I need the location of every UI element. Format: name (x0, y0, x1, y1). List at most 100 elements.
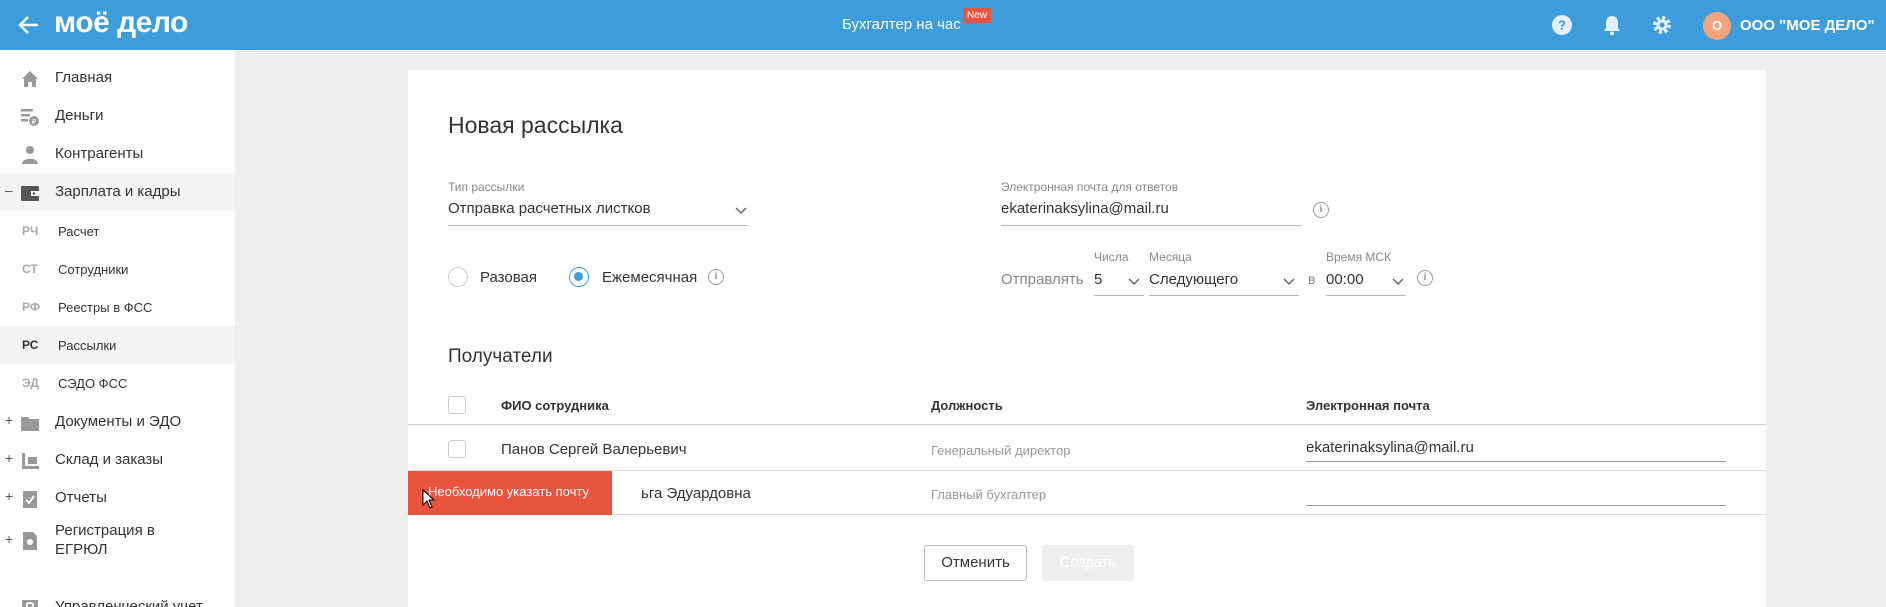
subitem-abbr: СТ (22, 262, 38, 276)
sidebar-item-money[interactable]: ₽ Деньги (0, 97, 235, 135)
sidebar-subitem-calculation[interactable]: РЧ Расчет (0, 212, 235, 250)
table-header-divider (408, 424, 1766, 425)
company-name[interactable]: ООО "МОЕ ДЕЛО" (1740, 17, 1875, 34)
logo[interactable]: моё дело (54, 6, 188, 40)
sidebar-item-registration[interactable]: + Регистрация в ЕГРЮЛ (0, 517, 235, 565)
help-icon[interactable]: ? (1551, 14, 1573, 36)
sidebar-item-reports[interactable]: + Отчеты (0, 479, 235, 517)
subitem-abbr: РЧ (22, 224, 39, 238)
employee-position: Генеральный директор (931, 443, 1071, 458)
employee-email-field[interactable] (1306, 476, 1726, 506)
month-label: Месяца (1149, 250, 1192, 264)
expand-toggle[interactable]: + (5, 450, 13, 466)
reply-email-field[interactable]: ekaterinaksylina@mail.ru (1001, 196, 1301, 226)
radio-once-label[interactable]: Разовая (480, 269, 537, 286)
employee-email-field[interactable]: ekaterinaksylina@mail.ru (1306, 432, 1726, 462)
subitem-abbr: ЭД (22, 376, 39, 390)
select-all-checkbox[interactable] (448, 396, 466, 414)
hourly-accountant-link[interactable]: Бухгалтер на час (842, 16, 961, 33)
subitem-abbr: РС (22, 338, 39, 352)
sidebar-item-label: Регистрация в (55, 522, 155, 539)
sidebar: Главная ₽ Деньги Контрагенты – Зарплата … (0, 50, 235, 607)
time-select[interactable]: 00:00 (1326, 266, 1406, 296)
sidebar-item-label: Деньги (55, 107, 104, 124)
sidebar-item-label: Отчеты (55, 489, 107, 506)
month-value: Следующего (1149, 271, 1239, 288)
underline (1149, 295, 1299, 296)
recipients-title: Получатели (448, 346, 553, 367)
sidebar-item-label: Документы и ЭДО (55, 413, 182, 430)
sidebar-subitem-employees[interactable]: СТ Сотрудники (0, 250, 235, 288)
day-select[interactable]: 5 (1094, 266, 1144, 296)
employee-email-value: ekaterinaksylina@mail.ru (1306, 439, 1474, 456)
svg-text:?: ? (1558, 18, 1566, 33)
subitem-label: Рассылки (58, 338, 117, 353)
employee-position: Главный бухгалтер (931, 487, 1047, 502)
sidebar-subitem-fss-registers[interactable]: РФ Реестры в ФСС (0, 288, 235, 326)
sidebar-item-label-line2: ЕГРЮЛ (55, 541, 108, 558)
home-icon (22, 71, 38, 87)
mailing-type-select[interactable]: Отправка расчетных листков (448, 196, 748, 226)
cancel-button[interactable]: Отменить (924, 545, 1027, 581)
sidebar-subitem-mailings[interactable]: РС Рассылки (0, 326, 235, 364)
chevron-down-icon (1392, 278, 1404, 286)
radio-monthly-label[interactable]: Ежемесячная (602, 269, 697, 286)
reply-email-label: Электронная почта для ответов (1001, 180, 1179, 194)
sidebar-item-home[interactable]: Главная (0, 59, 235, 97)
row-checkbox[interactable] (448, 440, 466, 458)
contractors-icon (22, 146, 38, 164)
reports-icon (23, 491, 37, 508)
time-label: Время МСК (1326, 250, 1392, 264)
column-header-email[interactable]: Электронная почта (1306, 398, 1430, 413)
wallet-icon (21, 186, 39, 201)
info-icon[interactable]: i (1313, 202, 1329, 218)
month-select[interactable]: Следующего (1149, 266, 1299, 296)
sidebar-item-documents[interactable]: + Документы и ЭДО (0, 403, 235, 441)
underline (1306, 461, 1726, 462)
mailing-form-card: Новая рассылка Тип рассылки Отправка рас… (408, 70, 1766, 607)
chevron-down-icon (735, 207, 747, 215)
avatar[interactable]: О (1703, 12, 1731, 40)
sidebar-item-salary[interactable]: – Зарплата и кадры (0, 173, 235, 211)
new-badge: New (963, 8, 992, 23)
gear-icon[interactable] (1651, 14, 1673, 36)
time-value: 00:00 (1326, 271, 1364, 288)
column-header-name[interactable]: ФИО сотрудника (501, 398, 609, 413)
underline (1306, 505, 1726, 506)
subitem-label: Расчет (58, 224, 100, 239)
collapse-toggle[interactable]: – (5, 182, 13, 198)
sidebar-item-label: Склад и заказы (55, 451, 164, 468)
sidebar-item-management[interactable]: Управленческий учет (0, 588, 235, 607)
day-label: Числа (1094, 250, 1129, 264)
back-arrow-icon[interactable] (16, 12, 42, 38)
expand-toggle[interactable]: + (5, 412, 13, 428)
mouse-cursor-icon (422, 489, 436, 509)
warehouse-icon (22, 453, 39, 469)
column-header-position[interactable]: Должность (931, 398, 1003, 413)
sidebar-item-warehouse[interactable]: + Склад и заказы (0, 441, 235, 479)
sidebar-subitem-sedo-fss[interactable]: ЭД СЭДО ФСС (0, 364, 235, 402)
day-value: 5 (1094, 271, 1103, 288)
sidebar-item-label: Главная (55, 69, 113, 86)
employee-name: Панов Сергей Валерьевич (501, 441, 687, 458)
mailing-type-label: Тип рассылки (448, 180, 525, 194)
folder-icon (21, 417, 39, 431)
page-title: Новая рассылка (448, 112, 623, 138)
chevron-down-icon (1283, 278, 1295, 286)
bell-icon[interactable] (1601, 14, 1623, 36)
radio-once[interactable] (448, 267, 468, 287)
create-button[interactable]: Создать (1042, 545, 1134, 581)
expand-toggle[interactable]: + (5, 488, 13, 504)
money-icon: ₽ (21, 109, 39, 126)
send-label: Отправлять (1001, 271, 1084, 288)
info-icon[interactable]: i (708, 269, 724, 285)
error-tooltip: Необходимо указать почту (408, 471, 612, 515)
underline (1094, 295, 1144, 296)
subitem-label: Реестры в ФСС (58, 300, 153, 315)
info-icon[interactable]: i (1417, 270, 1433, 286)
sidebar-item-label: Зарплата и кадры (55, 183, 181, 200)
sidebar-item-contractors[interactable]: Контрагенты (0, 135, 235, 173)
expand-toggle[interactable]: + (5, 531, 13, 547)
top-header: моё дело Бухгалтер на час New ? О ООО "М… (0, 0, 1886, 50)
radio-monthly[interactable] (569, 267, 589, 287)
